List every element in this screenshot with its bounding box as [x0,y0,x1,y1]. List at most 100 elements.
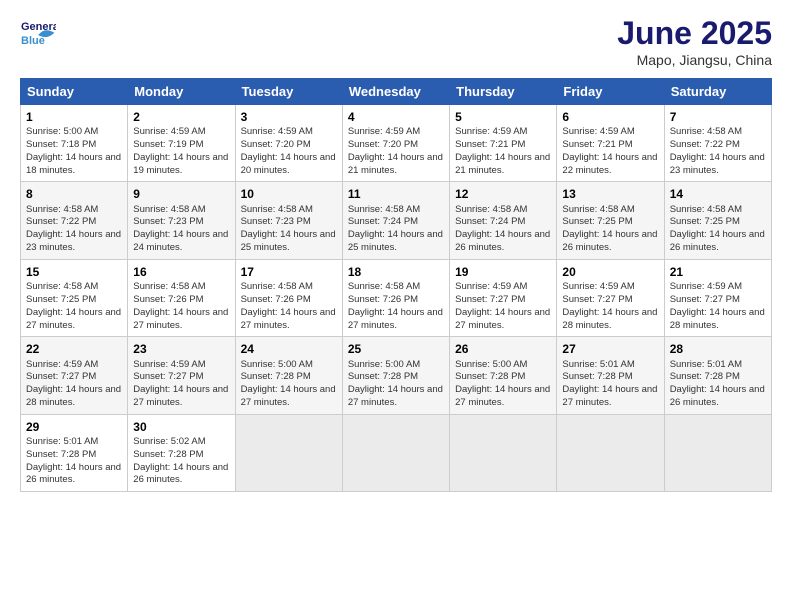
table-row [664,414,771,491]
sunrise-label: Sunrise: 4:59 AM [670,281,742,292]
table-row: 18 Sunrise: 4:58 AM Sunset: 7:26 PM Dayl… [342,259,449,336]
sunrise-label: Sunrise: 5:01 AM [670,359,742,370]
logo: General Blue [20,15,56,51]
calendar-title: June 2025 [617,15,772,52]
sunrise-label: Sunrise: 4:58 AM [26,204,98,215]
sunset-label: Sunset: 7:27 PM [26,371,96,382]
day-number: 14 [670,186,766,202]
sunset-label: Sunset: 7:20 PM [348,139,418,150]
table-row: 5 Sunrise: 4:59 AM Sunset: 7:21 PM Dayli… [450,105,557,182]
table-row [342,414,449,491]
day-number: 5 [455,109,551,125]
page: General Blue June 2025 Mapo, Jiangsu, Ch… [0,0,792,612]
day-number: 16 [133,264,229,280]
daylight-label: Daylight: 14 hours and 26 minutes. [455,229,550,253]
table-row: 24 Sunrise: 5:00 AM Sunset: 7:28 PM Dayl… [235,337,342,414]
daylight-label: Daylight: 14 hours and 27 minutes. [241,307,336,331]
daylight-label: Daylight: 14 hours and 25 minutes. [348,229,443,253]
table-row [235,414,342,491]
day-number: 4 [348,109,444,125]
table-row: 22 Sunrise: 4:59 AM Sunset: 7:27 PM Dayl… [21,337,128,414]
calendar-header-row: Sunday Monday Tuesday Wednesday Thursday… [21,79,772,105]
table-row: 27 Sunrise: 5:01 AM Sunset: 7:28 PM Dayl… [557,337,664,414]
daylight-label: Daylight: 14 hours and 28 minutes. [26,384,121,408]
daylight-label: Daylight: 14 hours and 23 minutes. [26,229,121,253]
daylight-label: Daylight: 14 hours and 27 minutes. [455,307,550,331]
sunset-label: Sunset: 7:28 PM [455,371,525,382]
daylight-label: Daylight: 14 hours and 27 minutes. [348,384,443,408]
day-number: 11 [348,186,444,202]
sunrise-label: Sunrise: 4:58 AM [670,126,742,137]
col-tuesday: Tuesday [235,79,342,105]
day-number: 18 [348,264,444,280]
table-row: 23 Sunrise: 4:59 AM Sunset: 7:27 PM Dayl… [128,337,235,414]
day-number: 1 [26,109,122,125]
sunset-label: Sunset: 7:28 PM [241,371,311,382]
sunset-label: Sunset: 7:23 PM [241,216,311,227]
day-number: 17 [241,264,337,280]
sunset-label: Sunset: 7:28 PM [670,371,740,382]
daylight-label: Daylight: 14 hours and 27 minutes. [133,307,228,331]
sunrise-label: Sunrise: 5:00 AM [241,359,313,370]
sunset-label: Sunset: 7:28 PM [26,449,96,460]
sunrise-label: Sunrise: 4:59 AM [26,359,98,370]
sunrise-label: Sunrise: 5:01 AM [562,359,634,370]
sunset-label: Sunset: 7:27 PM [133,371,203,382]
daylight-label: Daylight: 14 hours and 25 minutes. [241,229,336,253]
table-row: 25 Sunrise: 5:00 AM Sunset: 7:28 PM Dayl… [342,337,449,414]
table-row: 17 Sunrise: 4:58 AM Sunset: 7:26 PM Dayl… [235,259,342,336]
day-number: 19 [455,264,551,280]
col-thursday: Thursday [450,79,557,105]
sunrise-label: Sunrise: 4:58 AM [670,204,742,215]
sunrise-label: Sunrise: 5:00 AM [455,359,527,370]
sunrise-label: Sunrise: 5:01 AM [26,436,98,447]
sunrise-label: Sunrise: 4:58 AM [241,204,313,215]
table-row: 8 Sunrise: 4:58 AM Sunset: 7:22 PM Dayli… [21,182,128,259]
calendar-table: Sunday Monday Tuesday Wednesday Thursday… [20,78,772,492]
daylight-label: Daylight: 14 hours and 27 minutes. [455,384,550,408]
day-number: 10 [241,186,337,202]
day-number: 25 [348,341,444,357]
sunset-label: Sunset: 7:28 PM [348,371,418,382]
table-row: 14 Sunrise: 4:58 AM Sunset: 7:25 PM Dayl… [664,182,771,259]
col-monday: Monday [128,79,235,105]
table-row: 13 Sunrise: 4:58 AM Sunset: 7:25 PM Dayl… [557,182,664,259]
sunrise-label: Sunrise: 4:59 AM [562,281,634,292]
sunrise-label: Sunrise: 4:59 AM [455,126,527,137]
table-row: 7 Sunrise: 4:58 AM Sunset: 7:22 PM Dayli… [664,105,771,182]
sunset-label: Sunset: 7:22 PM [26,216,96,227]
table-row: 9 Sunrise: 4:58 AM Sunset: 7:23 PM Dayli… [128,182,235,259]
table-row: 2 Sunrise: 4:59 AM Sunset: 7:19 PM Dayli… [128,105,235,182]
daylight-label: Daylight: 14 hours and 28 minutes. [562,307,657,331]
sunrise-label: Sunrise: 5:00 AM [348,359,420,370]
sunset-label: Sunset: 7:27 PM [455,294,525,305]
daylight-label: Daylight: 14 hours and 28 minutes. [670,307,765,331]
daylight-label: Daylight: 14 hours and 21 minutes. [348,152,443,176]
sunrise-label: Sunrise: 4:58 AM [348,204,420,215]
sunrise-label: Sunrise: 4:59 AM [455,281,527,292]
table-row: 15 Sunrise: 4:58 AM Sunset: 7:25 PM Dayl… [21,259,128,336]
day-number: 26 [455,341,551,357]
daylight-label: Daylight: 14 hours and 26 minutes. [562,229,657,253]
day-number: 7 [670,109,766,125]
sunrise-label: Sunrise: 4:59 AM [133,126,205,137]
calendar-week-3: 15 Sunrise: 4:58 AM Sunset: 7:25 PM Dayl… [21,259,772,336]
header: General Blue June 2025 Mapo, Jiangsu, Ch… [20,15,772,68]
sunset-label: Sunset: 7:22 PM [670,139,740,150]
calendar-week-5: 29 Sunrise: 5:01 AM Sunset: 7:28 PM Dayl… [21,414,772,491]
table-row: 12 Sunrise: 4:58 AM Sunset: 7:24 PM Dayl… [450,182,557,259]
daylight-label: Daylight: 14 hours and 21 minutes. [455,152,550,176]
sunrise-label: Sunrise: 4:58 AM [562,204,634,215]
table-row: 11 Sunrise: 4:58 AM Sunset: 7:24 PM Dayl… [342,182,449,259]
daylight-label: Daylight: 14 hours and 27 minutes. [562,384,657,408]
svg-text:Blue: Blue [21,35,45,47]
sunset-label: Sunset: 7:21 PM [455,139,525,150]
calendar-week-1: 1 Sunrise: 5:00 AM Sunset: 7:18 PM Dayli… [21,105,772,182]
day-number: 30 [133,419,229,435]
sunrise-label: Sunrise: 4:58 AM [26,281,98,292]
daylight-label: Daylight: 14 hours and 26 minutes. [670,229,765,253]
sunset-label: Sunset: 7:28 PM [133,449,203,460]
daylight-label: Daylight: 14 hours and 26 minutes. [670,384,765,408]
sunset-label: Sunset: 7:25 PM [26,294,96,305]
table-row: 19 Sunrise: 4:59 AM Sunset: 7:27 PM Dayl… [450,259,557,336]
